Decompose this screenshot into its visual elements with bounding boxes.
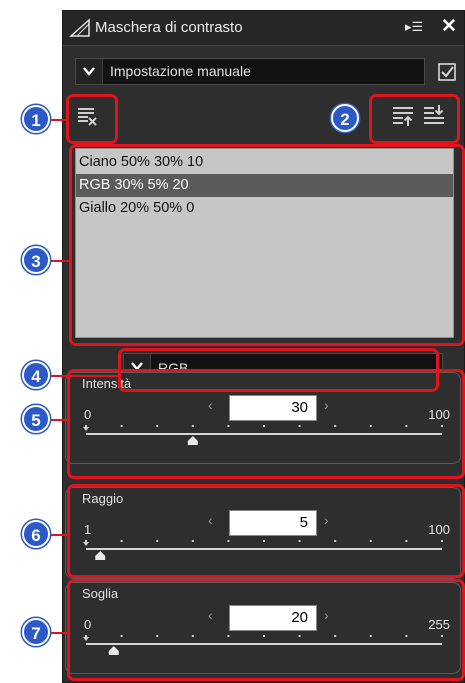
preset-dropdown[interactable]: Impostazione manuale xyxy=(75,58,425,85)
close-icon[interactable]: ✕ xyxy=(441,15,457,38)
unsharp-mask-icon xyxy=(69,18,91,43)
leader-line xyxy=(50,375,120,377)
callout-4: 4 xyxy=(22,361,50,389)
callout-3: 3 xyxy=(22,246,50,274)
callout-2: 2 xyxy=(331,104,359,132)
callout-6: 6 xyxy=(22,520,50,548)
leader-line xyxy=(50,632,69,634)
callout-5: 5 xyxy=(22,405,50,433)
highlight-box-5 xyxy=(67,369,465,479)
leader-line xyxy=(50,534,69,536)
preset-dropdown-value: Impostazione manuale xyxy=(110,63,251,79)
panel-title: Maschera di contrasto xyxy=(95,19,243,36)
leader-line xyxy=(50,419,69,421)
chevron-down-icon xyxy=(76,59,103,84)
highlight-box-1 xyxy=(66,94,118,144)
title-bar: Maschera di contrasto ▸☰ ✕ xyxy=(63,11,464,46)
enable-checkbox[interactable] xyxy=(438,63,456,81)
callout-7: 7 xyxy=(22,618,50,646)
highlight-box-6 xyxy=(67,484,465,578)
leader-line xyxy=(50,119,68,121)
callout-1: 1 xyxy=(22,105,50,133)
highlight-box-7 xyxy=(67,579,465,681)
panel-menu-icon[interactable]: ▸☰ xyxy=(405,19,423,35)
highlight-box-2 xyxy=(369,94,460,144)
highlight-box-3 xyxy=(69,144,465,346)
leader-line xyxy=(50,260,71,262)
